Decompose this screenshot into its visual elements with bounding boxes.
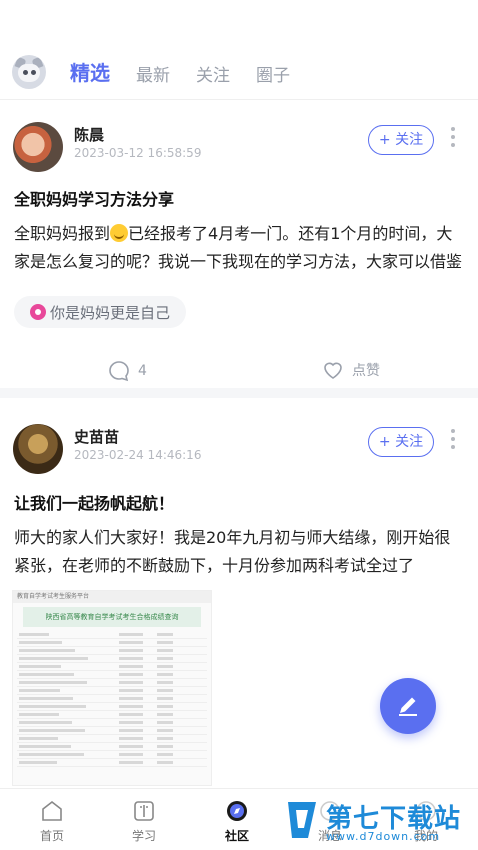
image-banner: 陕西省高等教育自学考试考生合格成绩查询 xyxy=(23,607,201,627)
image-table-row xyxy=(17,719,207,727)
post-card[interactable]: 史苗苗 2023-02-24 14:46:16 + 关注 让我们一起扬帆起航！ … xyxy=(0,424,478,580)
pencil-icon xyxy=(399,697,417,716)
comment-icon xyxy=(109,361,129,382)
site-watermark: 第七下载站 www.d7down.com xyxy=(280,796,478,850)
follow-button[interactable]: + 关注 xyxy=(368,125,434,155)
author-name[interactable]: 陈晨 xyxy=(74,124,104,145)
smiling-face-icon xyxy=(110,224,129,242)
post-time: 2023-03-12 16:58:59 xyxy=(74,146,202,160)
image-table-row xyxy=(17,655,207,663)
like-label: 点赞 xyxy=(352,363,380,379)
tab-latest[interactable]: 最新 xyxy=(136,61,170,86)
comment-count: 4 xyxy=(138,363,147,379)
more-options-icon[interactable] xyxy=(448,127,458,151)
like-button[interactable]: 点赞 xyxy=(322,360,380,380)
post-title[interactable]: 全职妈妈学习方法分享 xyxy=(14,186,464,210)
nav-community[interactable]: 社区 xyxy=(207,799,267,844)
book-icon xyxy=(134,801,154,821)
author-avatar[interactable] xyxy=(13,424,63,474)
image-table-row xyxy=(17,631,207,639)
comment-button[interactable]: 4 xyxy=(108,360,147,382)
nav-study-label: 学习 xyxy=(131,829,156,843)
image-table-row xyxy=(17,703,207,711)
image-table-row xyxy=(17,647,207,655)
divider xyxy=(0,388,478,398)
image-table-row xyxy=(17,735,207,743)
image-table-row xyxy=(17,711,207,719)
nav-community-label: 社区 xyxy=(224,829,249,843)
image-table xyxy=(13,631,211,767)
image-table-row xyxy=(17,751,207,759)
post-body[interactable]: 师大的家人们大家好！我是20年九月初与师大结缘，刚开始很紧张，在老师的不断鼓励下… xyxy=(14,524,464,580)
feed-tabs: 精选 最新 关注 圈子 xyxy=(70,57,316,86)
heart-icon xyxy=(324,362,342,379)
image-table-row xyxy=(17,679,207,687)
compass-icon xyxy=(227,801,247,821)
image-table-row xyxy=(17,759,207,767)
post-title[interactable]: 让我们一起扬帆起航！ xyxy=(14,490,464,514)
nav-home-label: 首页 xyxy=(39,829,64,843)
image-table-row xyxy=(17,727,207,735)
compose-post-button[interactable] xyxy=(380,678,436,734)
tab-following[interactable]: 关注 xyxy=(196,61,230,86)
tab-circles[interactable]: 圈子 xyxy=(256,61,290,86)
image-table-row xyxy=(17,687,207,695)
topic-tag[interactable]: 你是妈妈更是自己 xyxy=(14,296,187,328)
image-table-row xyxy=(17,663,207,671)
user-avatar[interactable] xyxy=(12,54,46,89)
nav-home[interactable]: 首页 xyxy=(22,799,82,844)
tab-featured[interactable]: 精选 xyxy=(70,57,110,86)
post-body[interactable]: 全职妈妈报到 已经报考了4月考一门。还有1个月的时间，大家是怎么复习的呢？我说一下… xyxy=(14,220,464,276)
home-icon xyxy=(42,800,62,821)
top-tab-bar: 精选 最新 关注 圈子 xyxy=(0,44,478,100)
topic-tag-icon xyxy=(30,304,46,320)
watermark-logo-icon xyxy=(288,802,316,838)
follow-button[interactable]: + 关注 xyxy=(368,427,434,457)
post-card[interactable]: 陈晨 2023-03-12 16:58:59 + 关注 全职妈妈学习方法分享 全… xyxy=(0,122,478,398)
nav-study[interactable]: 学习 xyxy=(114,799,174,844)
post-image[interactable]: 教育自学考试考生服务平台 陕西省高等教育自学考试考生合格成绩查询 xyxy=(12,590,212,786)
post-body-text: 全职妈妈报到 xyxy=(14,224,111,243)
watermark-url: www.d7down.com xyxy=(326,830,441,843)
post-time: 2023-02-24 14:46:16 xyxy=(74,448,202,462)
image-table-row xyxy=(17,639,207,647)
author-avatar[interactable] xyxy=(13,122,63,172)
author-name[interactable]: 史苗苗 xyxy=(74,426,119,447)
more-options-icon[interactable] xyxy=(448,429,458,453)
image-table-row xyxy=(17,743,207,751)
image-table-row xyxy=(17,695,207,703)
topic-tag-label: 你是妈妈更是自己 xyxy=(50,303,171,322)
image-table-row xyxy=(17,671,207,679)
image-header: 教育自学考试考生服务平台 xyxy=(13,591,211,603)
